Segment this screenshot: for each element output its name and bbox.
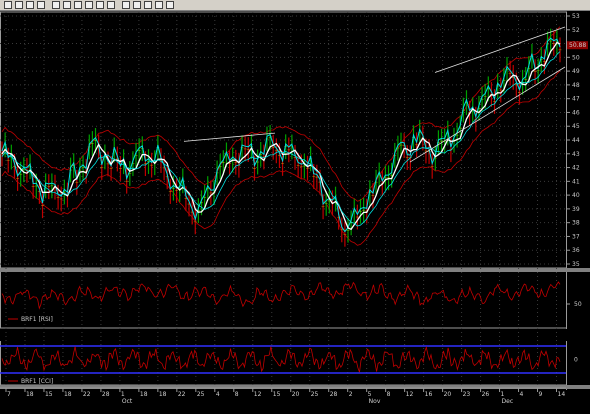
price-tick-label: 39: [572, 206, 580, 213]
x-tick-label: 28: [330, 391, 338, 398]
rsi-label: BRF1 [RSI]: [21, 316, 53, 323]
price-tick-label: 53: [572, 13, 580, 20]
price-tick-label: 42: [572, 165, 580, 172]
x-tick-label: 4: [520, 391, 524, 398]
price-tick-label: 44: [572, 137, 580, 144]
x-tick-label: 12: [406, 391, 414, 398]
chart-canvas: 53525150494847464544434241403938373635 5…: [0, 11, 590, 405]
x-tick-label: 20: [444, 391, 452, 398]
x-tick-label: 15: [45, 391, 53, 398]
x-tick-label: 8: [387, 391, 391, 398]
x-tick-label: 1: [501, 391, 505, 398]
x-tick-label: 16: [425, 391, 433, 398]
price-tick-label: 38: [572, 220, 580, 227]
price-tick-label: 37: [572, 233, 580, 240]
x-tick-label: 20: [292, 391, 300, 398]
x-axis: 7 18 15 18 22 28 1 18 18 22 25 4 8 12 15 20 25 28 2 5 8 12 16 2…: [0, 387, 566, 405]
trend-line: [409, 66, 566, 163]
cci-pane: 0 BRF1 [CCI]: [0, 345, 578, 385]
x-tick-label: 28: [102, 391, 110, 398]
x-tick-label: 25: [311, 391, 319, 398]
x-tick-label: 12: [254, 391, 262, 398]
pane-gap: [0, 329, 590, 341]
x-tick-label: 26: [482, 391, 490, 398]
x-tick-label: 18: [159, 391, 167, 398]
x-tick-label: 7: [7, 391, 11, 398]
price-tick-label: 50: [572, 54, 580, 61]
cci-label: BRF1 [CCI]: [21, 378, 53, 385]
x-tick-label: 23: [463, 391, 471, 398]
rsi-tick-label: 50: [574, 301, 582, 308]
cci-tick-label: 0: [574, 357, 578, 364]
price-tick-label: 35: [572, 261, 580, 268]
x-tick-label: 14: [558, 391, 566, 398]
pane-border: [0, 269, 567, 329]
grid-lines: 53525150494847464544434241403938373635: [0, 11, 590, 390]
x-tick-label: 1: [121, 391, 125, 398]
price-tick-label: 43: [572, 151, 580, 158]
month-label: Nov: [369, 398, 381, 405]
ma-white-line: [1, 41, 561, 231]
price-tick-label: 41: [572, 178, 580, 185]
x-tick-label: 25: [197, 391, 205, 398]
x-tick-label: 18: [140, 391, 148, 398]
x-tick-label: 4: [216, 391, 220, 398]
rsi-pane: 50 BRF1 [RSI]: [1, 281, 582, 323]
last-price-label: 50.88: [569, 42, 586, 49]
month-label: Dec: [502, 398, 514, 405]
x-tick-label: 5: [368, 391, 372, 398]
pane-border: [0, 11, 567, 269]
rsi-line: [1, 281, 561, 310]
price-tick-label: 45: [572, 123, 580, 130]
x-tick-label: 15: [273, 391, 281, 398]
price-tick-label: 47: [572, 96, 580, 103]
month-label: Oct: [122, 398, 133, 405]
x-tick-label: 8: [235, 391, 239, 398]
price-tick-label: 49: [572, 68, 580, 75]
x-tick-label: 9: [539, 391, 543, 398]
trend-line: [183, 132, 276, 142]
price-tick-label: 40: [572, 192, 580, 199]
price-tick-label: 46: [572, 109, 580, 116]
x-tick-label: 18: [26, 391, 34, 398]
x-tick-label: 2: [349, 391, 353, 398]
x-tick-label: 22: [83, 391, 91, 398]
x-tick-label: 18: [64, 391, 72, 398]
cci-line: [1, 345, 561, 373]
price-tick-label: 48: [572, 82, 580, 89]
ma-cyan-line: [1, 37, 561, 233]
price-tick-label: 52: [572, 27, 580, 34]
pane-divider: [0, 268, 590, 272]
price-tick-label: 36: [572, 247, 580, 254]
x-tick-label: 22: [178, 391, 186, 398]
